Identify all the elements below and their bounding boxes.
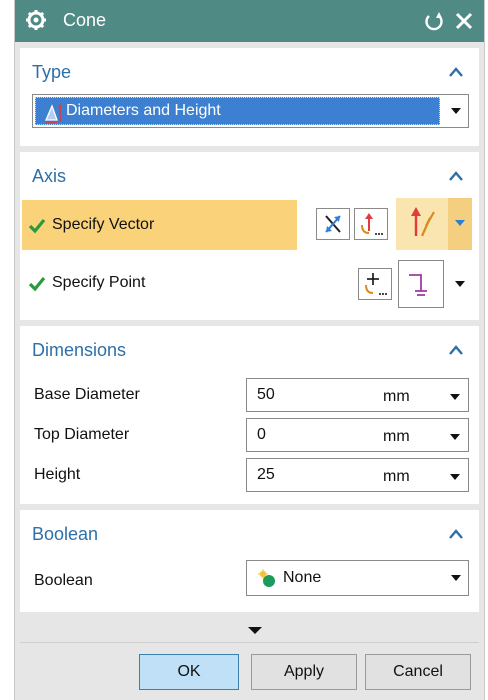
chevron-down-icon[interactable] xyxy=(450,434,460,440)
chevron-up-icon[interactable] xyxy=(448,170,464,182)
base-diameter-unit[interactable]: mm xyxy=(383,388,410,406)
top-diameter-unit[interactable]: mm xyxy=(383,428,410,446)
boolean-select[interactable]: None xyxy=(246,560,469,596)
cancel-button[interactable]: Cancel xyxy=(365,654,471,690)
type-select-value: Diameters and Height xyxy=(66,102,221,119)
chevron-down-icon xyxy=(455,281,465,287)
specify-point-row[interactable]: Specify Point xyxy=(22,260,322,308)
cone-diameters-height-icon xyxy=(45,104,62,123)
type-group-header[interactable]: Type xyxy=(32,62,71,83)
reverse-direction-icon xyxy=(325,215,341,233)
top-diameter-label: Top Diameter xyxy=(34,426,130,443)
type-group: Type Diameters and Height xyxy=(20,48,479,146)
point-type-dropdown[interactable] xyxy=(450,270,470,298)
inferred-vector-button[interactable] xyxy=(396,198,448,250)
check-icon xyxy=(28,276,46,292)
point-dialog-icon xyxy=(365,273,387,295)
top-diameter-value[interactable]: 0 xyxy=(257,426,266,444)
gear-icon[interactable] xyxy=(25,9,47,31)
inferred-vector-icon xyxy=(411,207,435,237)
specify-vector-label: Specify Vector xyxy=(52,216,155,233)
apply-button[interactable]: Apply xyxy=(251,654,357,690)
boolean-group-header[interactable]: Boolean xyxy=(32,524,98,545)
height-label: Height xyxy=(34,466,81,483)
boolean-select-value: None xyxy=(283,569,322,586)
close-icon[interactable] xyxy=(452,9,476,33)
point-dialog-button[interactable] xyxy=(358,268,392,300)
chevron-up-icon[interactable] xyxy=(448,66,464,78)
base-diameter-field[interactable]: 50 mm xyxy=(246,378,469,412)
divider xyxy=(20,642,479,643)
inferred-point-icon xyxy=(409,274,427,296)
check-icon xyxy=(28,218,46,234)
vector-type-dropdown[interactable] xyxy=(448,198,472,250)
base-diameter-label: Base Diameter xyxy=(34,386,140,403)
chevron-down-icon[interactable] xyxy=(451,575,461,581)
axis-group-header[interactable]: Axis xyxy=(32,166,66,187)
chevron-down-icon[interactable] xyxy=(450,394,460,400)
specify-vector-row[interactable]: Specify Vector xyxy=(22,200,297,250)
vector-dialog-icon xyxy=(361,213,383,235)
chevron-down-icon[interactable] xyxy=(450,474,460,480)
chevron-down-icon xyxy=(455,220,465,226)
axis-group: Axis Specify Vector Specify Point xyxy=(20,152,479,320)
specify-point-label: Specify Point xyxy=(52,274,146,291)
type-select[interactable]: Diameters and Height xyxy=(32,94,469,128)
inferred-point-button[interactable] xyxy=(398,260,444,308)
title-bar: Cone xyxy=(15,0,484,42)
vector-dialog-button[interactable] xyxy=(354,208,388,240)
chevron-up-icon[interactable] xyxy=(448,344,464,356)
boolean-label: Boolean xyxy=(34,572,93,589)
more-options-icon[interactable] xyxy=(248,627,262,634)
height-field[interactable]: 25 mm xyxy=(246,458,469,492)
dialog-title: Cone xyxy=(63,10,107,30)
boolean-none-icon xyxy=(258,569,275,587)
top-diameter-field[interactable]: 0 mm xyxy=(246,418,469,452)
boolean-group: Boolean Boolean None xyxy=(20,510,479,612)
chevron-up-icon[interactable] xyxy=(448,528,464,540)
reset-icon[interactable] xyxy=(423,10,445,32)
dimensions-group: Dimensions Base Diameter 50 mm Top Diame… xyxy=(20,326,479,504)
reverse-direction-button[interactable] xyxy=(316,208,350,240)
ok-button[interactable]: OK xyxy=(139,654,239,690)
type-selection-highlight: Diameters and Height xyxy=(35,97,440,125)
cone-dialog: Cone Type Diameters and Height Axis Spec… xyxy=(14,0,485,700)
height-unit[interactable]: mm xyxy=(383,468,410,486)
dimensions-group-header[interactable]: Dimensions xyxy=(32,340,126,361)
base-diameter-value[interactable]: 50 xyxy=(257,386,275,404)
height-value[interactable]: 25 xyxy=(257,466,275,484)
chevron-down-icon[interactable] xyxy=(451,108,461,114)
